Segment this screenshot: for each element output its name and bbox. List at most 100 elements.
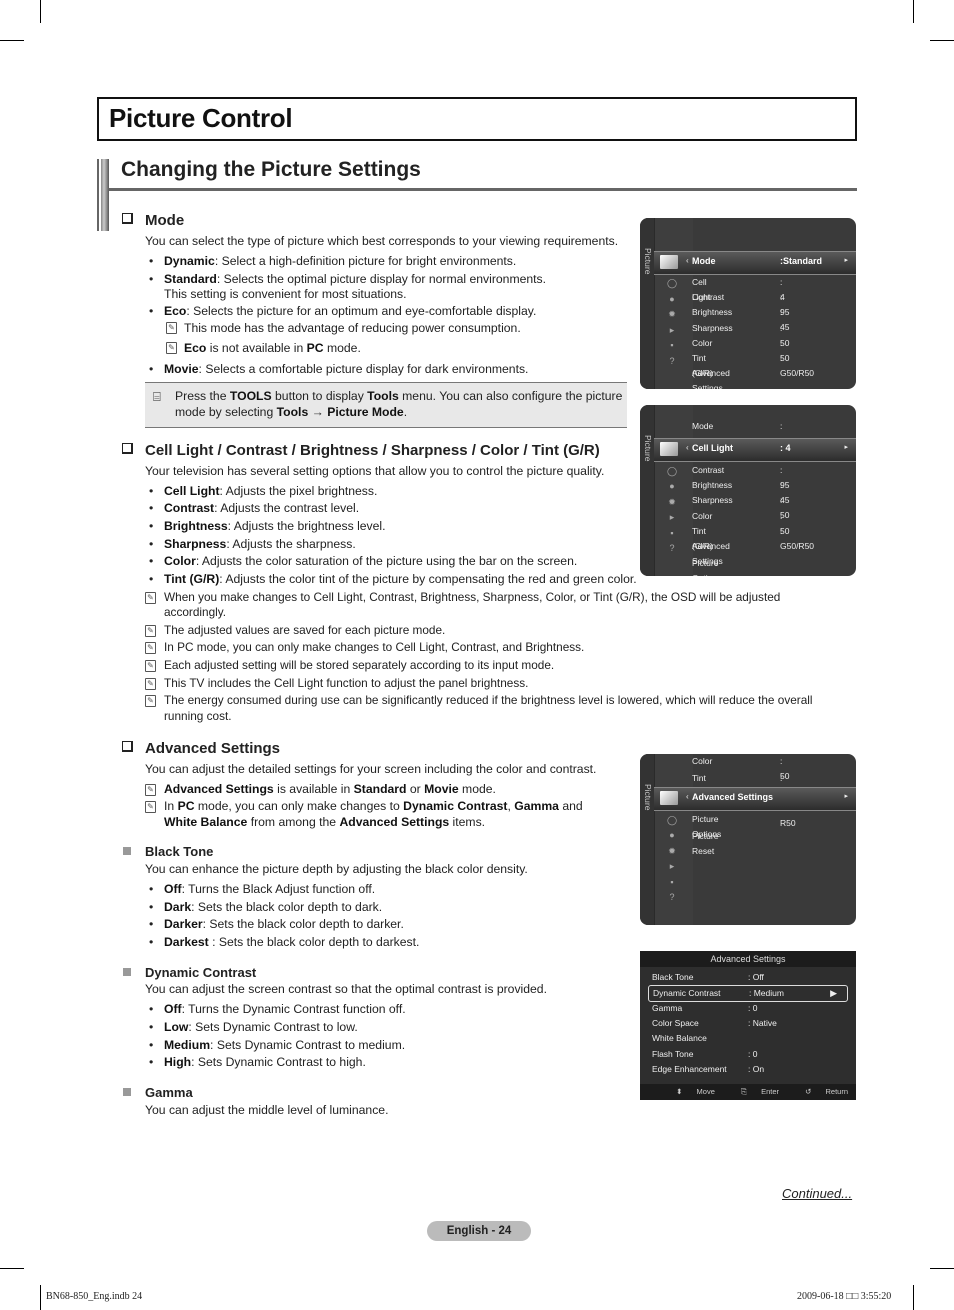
enter-icon: ⎘ (740, 1087, 747, 1096)
tools-tip-line2: mode by selecting Tools → Picture Mode. (175, 405, 408, 419)
channel-icon: ● (669, 830, 675, 840)
note: Eco is not available in PC mode. (184, 341, 361, 355)
osd-footer: ⬍ Move ⎘ Enter ↺ Return (640, 1084, 856, 1100)
setup-gear-icon: ✹ (668, 309, 676, 319)
osd-advanced-settings: Advanced Settings Black Tone: Off Dynami… (640, 951, 856, 1100)
input-icon: ▸ (669, 512, 675, 522)
note: This TV includes the Cell Light function… (164, 676, 529, 690)
osd-label: Mode (692, 256, 716, 266)
note: Each adjusted setting will be stored sep… (164, 658, 555, 672)
section-rule (109, 188, 857, 191)
list-item: Dark: Sets the black color depth to dark… (149, 899, 382, 916)
black-tone-intro: You can enhance the picture depth by adj… (145, 862, 528, 876)
note-icon: ✎ (145, 678, 156, 690)
sound-icon: ◯ (667, 815, 678, 825)
cell-heading-text: Cell Light / Contrast / Brightness / Sha… (145, 442, 600, 459)
crop-mark (930, 40, 954, 41)
list-item: Brightness: Adjusts the brightness level… (149, 518, 385, 535)
list-item: Color: Adjusts the color saturation of t… (149, 553, 577, 570)
osd-label: Advanced Settings (692, 792, 774, 802)
osd-value: : 4 (780, 443, 791, 453)
note-icon: ✎ (145, 784, 156, 796)
sound-icon: ◯ (667, 466, 678, 476)
tools-icon: ⌸ (153, 389, 161, 404)
setup-gear-icon: ✹ (668, 497, 676, 507)
mode-intro: You can select the type of picture which… (145, 234, 619, 248)
application-icon: ▪ (670, 340, 674, 350)
left-arrow-icon: ‹ (686, 792, 689, 801)
play-arrow-icon: ▶ (830, 988, 837, 998)
move-hint: ⬍ Move (676, 1087, 715, 1096)
gamma-heading: Gamma (123, 1085, 193, 1100)
application-icon: ▪ (670, 877, 674, 887)
list-item: Tint (G/R): Adjusts the color tint of th… (149, 571, 637, 588)
osd-side-tab: Picture (640, 218, 654, 389)
osd-row[interactable]: Edge Enhancement: On (652, 1062, 848, 1077)
osd-selected-row[interactable]: ‹ Advanced Settings ▸ (654, 787, 856, 811)
note: The adjusted values are saved for each p… (164, 623, 446, 637)
osd-icon-column: ◯ ● ✹ ▸ ▪ ? (654, 405, 693, 576)
osd-advanced-title: Advanced Settings (640, 951, 856, 967)
channel-icon: ● (669, 481, 675, 491)
support-icon: ? (669, 543, 675, 553)
osd-side-tab: Picture (640, 405, 654, 576)
black-tone-heading: Black Tone (123, 844, 213, 859)
print-file-label: BN68-850_Eng.indb 24 (46, 1291, 143, 1302)
support-icon: ? (669, 892, 675, 902)
osd-row-highlighted[interactable]: Dynamic Contrast: Medium ▶ (648, 985, 848, 1002)
crop-mark (40, 1285, 41, 1310)
picture-tv-icon (660, 255, 678, 269)
osd-row[interactable]: Flash Tone: 0 (652, 1047, 848, 1062)
dynamic-contrast-intro: You can adjust the screen contrast so th… (145, 982, 547, 996)
return-hint: ↺ Return (805, 1087, 848, 1096)
list-item: Movie: Selects a comfortable picture dis… (149, 361, 528, 378)
note-continuation: White Balance from among the Advanced Se… (164, 815, 486, 829)
note-icon: ✎ (145, 801, 156, 813)
picture-tv-icon (660, 442, 678, 456)
list-item: Sharpness: Adjusts the sharpness. (149, 536, 356, 553)
section-accent-bar (97, 159, 109, 231)
support-icon: ? (669, 356, 675, 366)
osd-row[interactable]: Black Tone: Off (652, 970, 848, 985)
tools-tip-line1: Press the TOOLS button to display Tools … (175, 389, 623, 403)
note: Advanced Settings is available in Standa… (164, 782, 496, 796)
mode-heading: Mode (122, 212, 184, 229)
osd-side-label: Picture (643, 435, 653, 462)
input-icon: ▸ (669, 861, 675, 871)
channel-icon: ● (669, 294, 675, 304)
note-icon: ✎ (166, 342, 177, 354)
left-arrow-icon: ‹ (686, 443, 689, 452)
enter-hint: ⎘ Enter (740, 1087, 779, 1096)
note-icon: ✎ (145, 592, 156, 604)
osd-row[interactable]: Color Space: Native (652, 1016, 848, 1031)
checkbox-icon (122, 741, 133, 752)
note-icon: ✎ (145, 642, 156, 654)
picture-tv-icon (660, 791, 678, 805)
osd-icon-column: ◯ ● ✹ ▸ ▪ ? (654, 218, 693, 389)
osd-row[interactable]: White Balance (652, 1031, 848, 1046)
osd-picture-cell-light: Picture ◯ ● ✹ ▸ ▪ ? Mode: Standard ‹ Cel… (640, 405, 856, 576)
osd-icon-column: ◯ ● ✹ ▸ ▪ ? (654, 754, 693, 925)
application-icon: ▪ (670, 528, 674, 538)
list-item: Eco: Selects the picture for an optimum … (149, 303, 536, 320)
input-icon: ▸ (669, 325, 675, 335)
checkbox-icon (122, 443, 133, 454)
page-title: Picture Control (109, 103, 293, 133)
return-icon: ↺ (805, 1087, 812, 1096)
note-icon: ✎ (145, 695, 156, 707)
note-icon: ✎ (166, 322, 177, 334)
osd-row[interactable]: Gamma: 0 (652, 1001, 848, 1016)
crop-mark (0, 1268, 24, 1269)
osd-value: :Standard (780, 256, 823, 266)
osd-label: Cell Light (692, 443, 733, 453)
crop-mark (0, 40, 24, 41)
mode-heading-text: Mode (145, 212, 185, 229)
up-down-arrow-icon: ⬍ (676, 1087, 683, 1096)
left-arrow-icon: ‹ (686, 256, 689, 265)
square-bullet-icon (123, 968, 131, 976)
note-continuation: accordingly. (164, 605, 227, 619)
page-title-box: Picture Control (97, 97, 857, 141)
list-item: Contrast: Adjusts the contrast level. (149, 500, 359, 517)
osd-selected-row[interactable]: ‹ Cell Light : 4 ▸ (654, 438, 856, 462)
osd-selected-row[interactable]: ‹ Mode :Standard ▸ (654, 251, 856, 275)
